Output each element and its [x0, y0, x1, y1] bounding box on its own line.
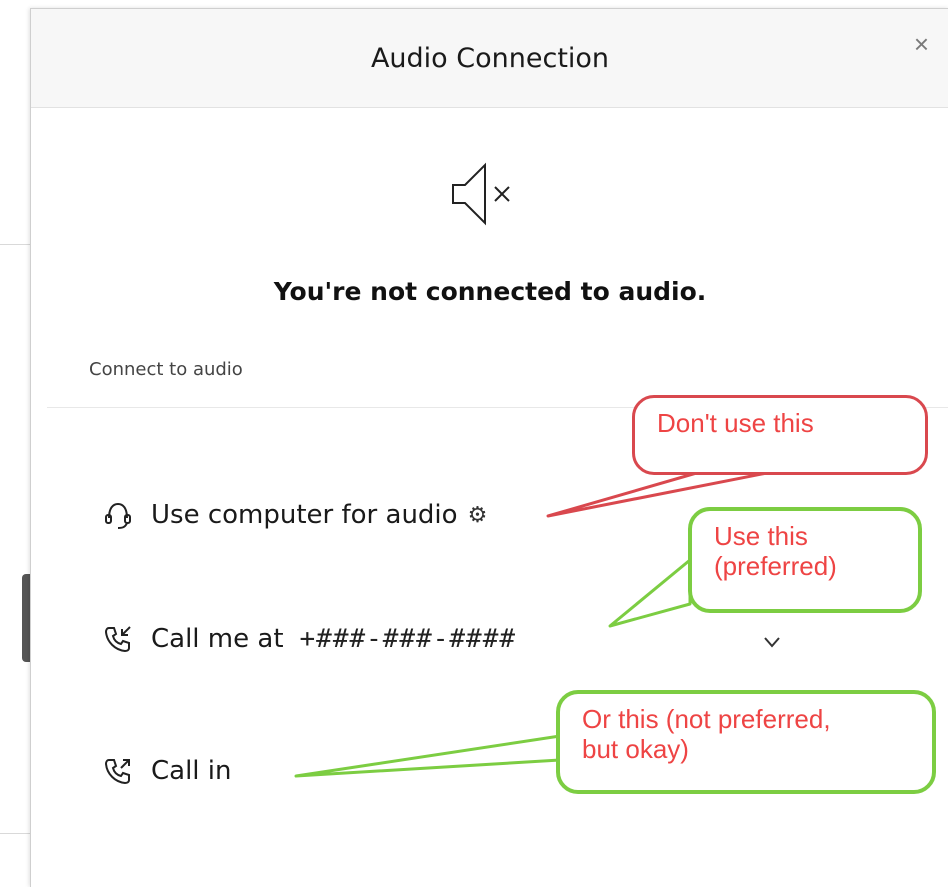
headset-icon [105, 502, 131, 529]
annotation-use-this: Use this (preferred) [688, 507, 922, 613]
call-me-label: Call me at [151, 624, 284, 654]
call-in-label: Call in [151, 756, 232, 786]
annotation-text: Don't use this [657, 408, 814, 438]
chevron-down-icon[interactable] [761, 631, 783, 653]
gear-icon[interactable]: ⚙ [468, 502, 488, 528]
not-connected-heading: You're not connected to audio. [273, 277, 707, 306]
phone-outgoing-icon [104, 759, 130, 785]
connect-to-audio-label: Connect to audio [89, 359, 243, 380]
use-computer-audio-option[interactable]: Use computer for audio ⚙ [101, 493, 487, 537]
phone-incoming-icon [104, 626, 131, 653]
annotation-or-this: Or this (not preferred, but okay) [556, 690, 936, 794]
close-icon[interactable]: × [914, 31, 929, 57]
call-me-option[interactable]: Call me at +###-###-#### [101, 617, 516, 661]
speaker-muted-icon [452, 162, 510, 226]
annotation-dont-use: Don't use this [632, 395, 928, 475]
phone-number-field[interactable]: +###-###-#### [300, 624, 517, 654]
use-computer-audio-label: Use computer for audio [151, 500, 458, 530]
background-window [0, 0, 30, 886]
annotation-text-line1: Use this [714, 521, 808, 551]
annotation-text-line2: but okay) [582, 734, 689, 764]
background-divider [0, 833, 30, 834]
dialog-title: Audio Connection [370, 43, 610, 74]
call-in-option[interactable]: Call in [101, 749, 232, 793]
background-divider [0, 244, 30, 245]
background-element [22, 574, 30, 662]
dialog-title-bar: Audio Connection × [31, 9, 948, 108]
annotation-text-line1: Or this (not preferred, [582, 704, 831, 734]
annotation-text-line2: (preferred) [714, 551, 837, 581]
